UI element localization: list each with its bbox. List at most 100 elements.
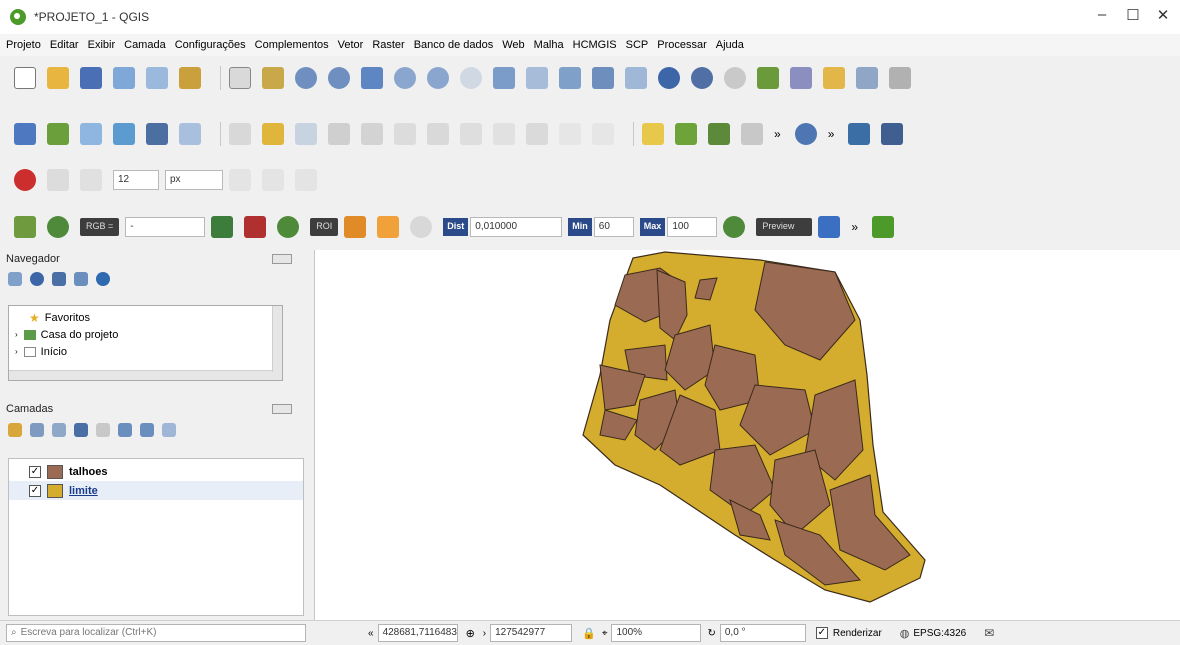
- render-checkbox[interactable]: ✓: [815, 627, 828, 639]
- rgb-button[interactable]: RGB =: [80, 218, 120, 236]
- label-toolbar-icon[interactable]: [642, 123, 664, 145]
- undo-icon[interactable]: [559, 123, 581, 145]
- tree-item-casa-do-projeto[interactable]: › Casa do projeto: [9, 326, 282, 343]
- pan-hand-icon[interactable]: [229, 67, 251, 89]
- deselect-icon[interactable]: [790, 67, 812, 89]
- more-tools-icon[interactable]: »: [774, 127, 781, 141]
- zoom-native-icon[interactable]: [460, 67, 482, 89]
- layer-visibility-checkbox[interactable]: ✓: [29, 484, 41, 497]
- modify-attributes-icon[interactable]: [394, 123, 416, 145]
- pin-labels-icon[interactable]: [708, 123, 730, 145]
- scp-tools-icon[interactable]: [872, 216, 894, 238]
- preview-button[interactable]: Preview: [756, 218, 813, 236]
- snap-tolerance-input[interactable]: 12: [113, 170, 159, 190]
- map-canvas[interactable]: [314, 250, 1180, 620]
- info-icon[interactable]: [96, 272, 110, 286]
- filter-expression-icon[interactable]: [96, 423, 110, 437]
- maximize-button[interactable]: ☐: [1118, 6, 1148, 28]
- add-selected-layers-icon[interactable]: [8, 272, 22, 286]
- add-virtual-layer-icon[interactable]: [179, 123, 201, 145]
- more-tools-icon[interactable]: »: [828, 127, 835, 141]
- select-features-icon[interactable]: [757, 67, 779, 89]
- zoom-full-icon[interactable]: [361, 67, 383, 89]
- scp-add-roi-icon[interactable]: [377, 216, 400, 238]
- refresh-icon[interactable]: [30, 272, 44, 286]
- menu-configuracoes[interactable]: Configurações: [175, 39, 246, 51]
- scp-classification-icon[interactable]: [818, 216, 841, 238]
- field-calculator-icon[interactable]: [889, 67, 911, 89]
- temporal-controller-icon[interactable]: [625, 67, 647, 89]
- crs-button[interactable]: EPSG:4326: [913, 628, 966, 639]
- horizontal-scrollbar[interactable]: [9, 370, 282, 380]
- topology-editing-icon[interactable]: [229, 169, 251, 191]
- toggle-editing-icon[interactable]: [262, 123, 284, 145]
- run-action-icon[interactable]: [724, 67, 746, 89]
- extents-toggle-icon[interactable]: ⊕: [466, 627, 475, 640]
- menu-vetor[interactable]: Vetor: [338, 39, 364, 51]
- zoom-to-layer-icon[interactable]: [427, 67, 449, 89]
- redo-icon[interactable]: [592, 123, 614, 145]
- messages-icon[interactable]: ✉: [984, 626, 994, 640]
- locator-search-input[interactable]: ⌕ Escreva para localizar (Ctrl+K): [6, 624, 306, 642]
- remove-layer-icon[interactable]: [162, 423, 176, 437]
- menu-camada[interactable]: Camada: [124, 39, 166, 51]
- menu-scp[interactable]: SCP: [626, 39, 649, 51]
- menu-banco-de-dados[interactable]: Banco de dados: [414, 39, 494, 51]
- crs-globe-icon[interactable]: ◍: [900, 627, 910, 640]
- save-project-icon[interactable]: [80, 67, 102, 89]
- scale-combo[interactable]: 127542977: [490, 624, 573, 642]
- add-vector-layer-icon[interactable]: [80, 123, 102, 145]
- new-project-icon[interactable]: [14, 67, 36, 89]
- scp-show-rgb-icon[interactable]: [211, 216, 234, 238]
- plugin-panel-icon[interactable]: [881, 123, 904, 145]
- layer-diagram-icon[interactable]: [675, 123, 697, 145]
- self-snap-icon[interactable]: [262, 169, 284, 191]
- min-input[interactable]: 60: [593, 217, 634, 237]
- identify-features-icon[interactable]: [691, 67, 713, 89]
- menu-web[interactable]: Web: [502, 39, 524, 51]
- scp-create-roi-icon[interactable]: [344, 216, 367, 238]
- menu-ajuda[interactable]: Ajuda: [716, 39, 744, 51]
- scp-stretch-icon[interactable]: [244, 216, 267, 238]
- attribute-table-icon[interactable]: [856, 67, 878, 89]
- paste-features-icon[interactable]: [526, 123, 548, 145]
- python-console-icon[interactable]: [848, 123, 871, 145]
- panel-float-close-icon[interactable]: [272, 404, 292, 414]
- menu-raster[interactable]: Raster: [372, 39, 404, 51]
- save-edits-icon[interactable]: [295, 123, 317, 145]
- snapping-magnet-icon[interactable]: [14, 169, 36, 191]
- layer-visibility-checkbox[interactable]: ✓: [29, 465, 41, 478]
- menu-editar[interactable]: Editar: [50, 39, 79, 51]
- snap-intersection-icon[interactable]: [295, 169, 317, 191]
- copy-features-icon[interactable]: [493, 123, 515, 145]
- layer-row-limite[interactable]: ✓ limite: [9, 481, 303, 500]
- data-source-manager-icon[interactable]: [14, 123, 36, 145]
- collapse-all-icon[interactable]: [74, 272, 88, 286]
- zoom-last-icon[interactable]: [493, 67, 515, 89]
- scp-redo-roi-icon[interactable]: [410, 216, 433, 238]
- zoom-out-icon[interactable]: [328, 67, 350, 89]
- snap-unit-select[interactable]: px: [165, 170, 223, 190]
- style-manager-icon[interactable]: [179, 67, 201, 89]
- roi-button[interactable]: ROI: [310, 218, 339, 236]
- delete-selected-icon[interactable]: [427, 123, 449, 145]
- current-edits-icon[interactable]: [229, 123, 251, 145]
- coordinate-display[interactable]: 428681,7116483: [377, 624, 458, 642]
- collapse-all-icon[interactable]: [140, 423, 154, 437]
- zoom-next-icon[interactable]: [526, 67, 548, 89]
- rotation-input[interactable]: 0,0 °: [719, 624, 806, 642]
- layout-manager-icon[interactable]: [146, 67, 168, 89]
- filter-icon[interactable]: [52, 272, 66, 286]
- add-spatialite-layer-icon[interactable]: [146, 123, 168, 145]
- scp-main-icon[interactable]: [14, 216, 36, 238]
- scp-zoom-input-icon[interactable]: [47, 216, 69, 238]
- snap-mode-icon[interactable]: [47, 169, 69, 191]
- pan-to-selection-icon[interactable]: [262, 67, 284, 89]
- layer-styling-icon[interactable]: [8, 423, 22, 437]
- panel-float-close-icon[interactable]: [272, 254, 292, 264]
- menu-complementos[interactable]: Complementos: [255, 39, 329, 51]
- filter-legend-icon[interactable]: [74, 423, 88, 437]
- vertical-scrollbar[interactable]: [272, 306, 282, 372]
- lock-scale-icon[interactable]: 🔒: [582, 627, 596, 640]
- expand-arrow-icon[interactable]: ›: [15, 347, 18, 356]
